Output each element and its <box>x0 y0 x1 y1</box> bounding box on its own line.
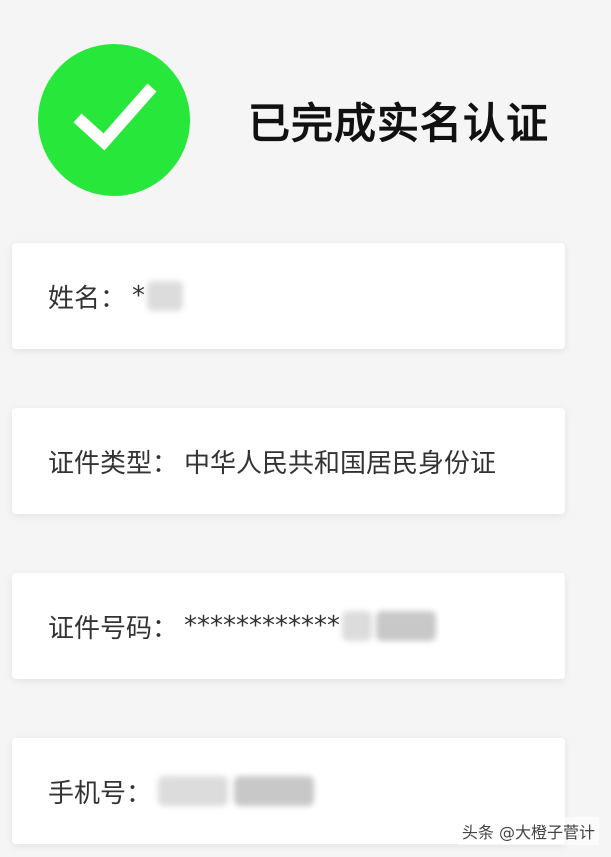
redacted-mask <box>342 611 373 641</box>
id-number-card: 证件号码： ************ <box>12 573 565 679</box>
name-value: * <box>132 281 184 311</box>
id-type-card: 证件类型： 中华人民共和国居民身份证 <box>12 408 565 514</box>
id-type-value: 中华人民共和国居民身份证 <box>184 448 497 479</box>
id-number-label: 证件号码： <box>48 613 179 644</box>
verification-header: 已完成实名认证 <box>38 44 549 196</box>
check-icon <box>73 83 157 151</box>
id-type-label: 证件类型： <box>48 448 179 479</box>
redacted-mask <box>147 281 184 311</box>
phone-value <box>158 776 315 806</box>
redacted-mask <box>234 776 315 806</box>
success-badge <box>38 44 190 196</box>
watermark: 头条 @大橙子菅计 <box>457 817 599 845</box>
id-number-value: ************ <box>184 611 437 641</box>
page-title: 已完成实名认证 <box>248 98 550 148</box>
phone-label: 手机号： <box>48 778 153 809</box>
redacted-mask <box>376 611 437 641</box>
name-label: 姓名： <box>48 283 127 314</box>
redacted-mask <box>158 776 229 806</box>
name-card: 姓名： * <box>12 243 565 349</box>
